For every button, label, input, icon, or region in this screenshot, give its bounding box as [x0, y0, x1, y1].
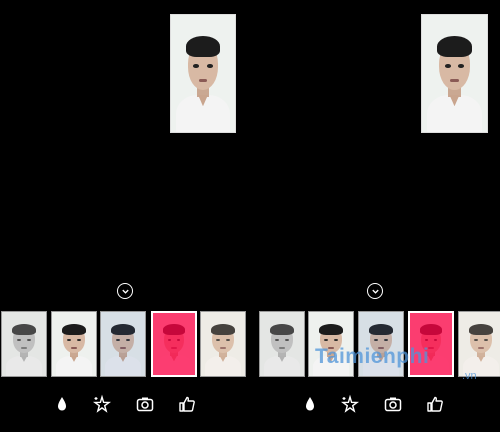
thumbs-up-icon[interactable]: [177, 394, 197, 414]
filter-tint: [2, 312, 46, 376]
watermark-text: Taimienphi: [315, 345, 430, 368]
photo-preview[interactable]: [421, 14, 488, 133]
thumbs-up-icon[interactable]: [425, 394, 445, 414]
expand-filters-button[interactable]: [117, 283, 133, 299]
filter-thumbnail[interactable]: [259, 311, 305, 377]
filter-tint: [459, 312, 500, 376]
toolbar: [300, 394, 450, 414]
watermark-domain: .vn: [462, 370, 477, 382]
filter-thumbnail[interactable]: [200, 311, 246, 377]
filter-thumbnail[interactable]: [100, 311, 146, 377]
filter-thumbnail[interactable]: [151, 311, 197, 377]
drop-icon[interactable]: [300, 394, 320, 414]
filter-thumbnail[interactable]: [458, 311, 500, 377]
camera-icon[interactable]: [383, 394, 403, 414]
filter-tint: [201, 312, 245, 376]
toolbar: [52, 394, 202, 414]
camera-icon[interactable]: [135, 394, 155, 414]
filter-strip: [0, 311, 252, 377]
chevron-down-icon: [121, 289, 129, 294]
filter-tint: [260, 312, 304, 376]
expand-filters-button[interactable]: [367, 283, 383, 299]
sparkle-icon[interactable]: [340, 394, 360, 414]
filter-tint: [52, 312, 96, 376]
portrait-image: [422, 15, 487, 132]
chevron-down-icon: [371, 289, 379, 294]
filter-tint: [101, 312, 145, 376]
drop-icon[interactable]: [52, 394, 72, 414]
sparkle-icon[interactable]: [92, 394, 112, 414]
filter-tint: [153, 313, 195, 375]
filter-thumbnail[interactable]: [51, 311, 97, 377]
photo-preview[interactable]: [170, 14, 236, 133]
portrait-image: [171, 15, 235, 132]
filter-thumbnail[interactable]: [1, 311, 47, 377]
panel-left: [0, 0, 252, 432]
